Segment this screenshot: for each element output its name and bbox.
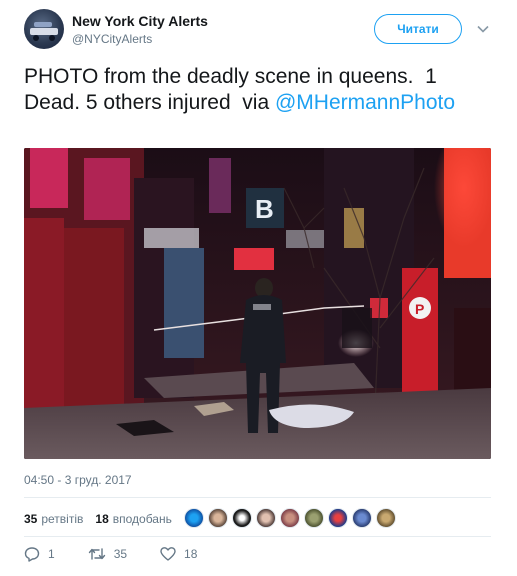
follow-button[interactable]: Читати	[374, 14, 462, 44]
retweet-button[interactable]: 35	[88, 546, 127, 562]
retweet-count: 35	[113, 547, 128, 561]
avatar[interactable]	[280, 508, 300, 528]
tweet-text: PHOTO from the deadly scene in queens. 1…	[24, 64, 494, 116]
reply-button[interactable]: 1	[24, 546, 55, 562]
svg-text:B: B	[255, 194, 274, 224]
liker-avatars	[184, 508, 400, 528]
svg-text:P: P	[415, 301, 424, 317]
scene-image: B P	[24, 148, 491, 459]
retweets-stat[interactable]: 35 ретвітів	[24, 512, 83, 526]
retweets-label: ретвітів	[41, 512, 84, 526]
divider	[24, 497, 491, 498]
mention-link[interactable]: @MHermannPhoto	[275, 91, 455, 114]
avatar[interactable]	[256, 508, 276, 528]
avatar[interactable]	[304, 508, 324, 528]
retweet-icon	[88, 548, 105, 560]
tweet-timestamp[interactable]: 04:50 - 3 груд. 2017	[24, 473, 132, 487]
avatar[interactable]	[352, 508, 372, 528]
avatar[interactable]	[208, 508, 228, 528]
heart-icon	[160, 547, 176, 561]
account-avatar[interactable]	[24, 9, 64, 49]
tweet-photo[interactable]: B P	[24, 148, 491, 459]
divider	[24, 536, 491, 537]
avatar[interactable]	[376, 508, 396, 528]
like-button[interactable]: 18	[160, 546, 197, 562]
likes-label: вподобань	[112, 512, 172, 526]
avatar[interactable]	[184, 508, 204, 528]
tweet-stats: 35 ретвітів 18 вподобань	[24, 509, 184, 529]
like-count: 18	[184, 547, 198, 561]
avatar[interactable]	[328, 508, 348, 528]
likes-count: 18	[95, 512, 109, 526]
chevron-down-icon[interactable]	[476, 22, 490, 36]
retweets-count: 35	[24, 512, 38, 526]
account-name[interactable]: New York City Alerts	[72, 13, 208, 29]
tweet-actions: 1 35 18	[24, 546, 230, 562]
reply-icon	[24, 547, 40, 562]
tweet: New York City Alerts @NYCityAlerts Читат…	[0, 0, 517, 576]
avatar[interactable]	[232, 508, 252, 528]
account-handle[interactable]: @NYCityAlerts	[72, 32, 152, 46]
likes-stat[interactable]: 18 вподобань	[95, 512, 171, 526]
reply-count: 1	[48, 547, 55, 561]
